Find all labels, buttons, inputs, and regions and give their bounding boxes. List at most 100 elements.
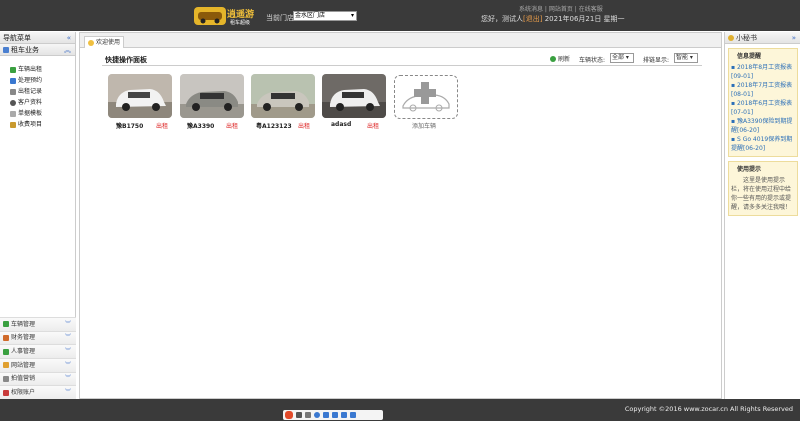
template-icon [10,110,16,117]
collapse-icon[interactable]: « [67,32,71,44]
nav-item-rent-records[interactable]: 出租记录 [0,86,75,97]
left-sidebar: 导航菜单 « 租车业务 ︽ 车辆出租 处理预约 出租记录 客户资料 单据模板 收… [0,32,76,399]
nav-item-car-rent[interactable]: 车辆出租 [0,64,75,75]
link-system-messages[interactable]: 系统消息 [519,6,543,13]
sedan-image [180,74,244,118]
top-header: 逍遥游 租车超级 当前门店: 金水区门店 ▾ 系统消息 | 网站首页 | 在线客… [0,0,800,31]
car-plate: 豫B1750 [116,123,144,130]
copyright: Copyright ©2016 www.zocar.cn All Rights … [624,405,793,413]
status-filter-label: 车辆状态: [579,57,606,64]
rent-link[interactable]: 出租 [226,121,238,130]
nav-section-marketing[interactable]: 拍值营销 ︾ [0,371,76,386]
nav-section-hr[interactable]: 人事管理 ︾ [0,344,76,358]
chevron-down-icon: ▾ [350,12,354,19]
people-icon [3,348,9,355]
current-date: 2021年06月21日 星期一 [544,15,625,23]
emoji-icon [314,412,320,418]
keyboard-icon [332,412,338,418]
website-icon [3,362,9,369]
nav-item-fees[interactable]: 收费项目 [0,119,75,130]
car-plate: 豫A3390 [187,123,215,130]
info-reminders-title: 信息提醒 [737,53,762,60]
footer: Copyright ©2016 www.zocar.cn All Rights … [0,399,800,421]
logo: 逍遥游 租车超级 [194,7,254,26]
info-reminders: 信息提醒 ▪ 2018年8月工资报表[09-01] ▪ 2018年7月工资报表[… [728,48,798,157]
top-links: 系统消息 | 网站首页 | 在线客服 [519,6,603,13]
nav-menu-header: 导航菜单 « [0,32,75,44]
expand-icon: ︾ [64,348,71,356]
tab-welcome[interactable]: 欢迎使用 [84,36,125,48]
car-card-image[interactable] [251,74,315,118]
nav-section-website[interactable]: 网站管理 ︾ [0,357,76,372]
expand-icon: ︾ [64,389,71,397]
status-filter-select[interactable]: 全部 ▾ [610,53,634,63]
document-icon [10,88,16,95]
right-sidebar: 小秘书 » 信息提醒 ▪ 2018年8月工资报表[09-01] ▪ 2018年7… [724,32,800,399]
order-label: 排链显示: [643,57,670,64]
fee-icon [10,121,16,128]
nav-item-templates[interactable]: 单据模板 [0,108,75,119]
add-car-label: 添加车辆 [412,123,437,130]
link-site-home[interactable]: 网站首页 [549,6,573,13]
collapse-icon[interactable]: » [792,32,796,44]
message-item[interactable]: ▪ S Go 4019保养到期提醒[06-20] [731,135,795,153]
store-label: 当前门店: [266,14,297,22]
assistant-header: 小秘书 » [725,32,800,44]
input-method-toolbar[interactable] [283,410,383,420]
expand-icon: ︾ [64,334,71,342]
usage-tips-text: 这里是使用提示栏，将在使用过程中给你一些有用的提示或提醒，请多多关注我哦！ [731,177,792,211]
car-icon [10,66,16,73]
car-icon [3,321,9,328]
rental-section-header[interactable]: 租车业务 ︽ [0,44,75,56]
car-plate: 粤A123123 [256,123,292,130]
flag-icon [3,46,9,53]
usage-tips-title: 使用提示 [737,166,762,173]
lock-icon [3,389,9,396]
sedan-image [251,74,315,118]
refresh-button[interactable]: 刷新 [550,54,570,63]
finance-icon [3,334,9,341]
suv-image [108,74,172,118]
mic-icon [323,412,329,418]
rent-link[interactable]: 出租 [156,121,168,130]
nav-bottom-sections: 车辆管理 ︾ 财务管理 ︾ 人事管理 ︾ 网站管理 ︾ 拍值营销 ︾ 权限账户 ︾ [0,316,76,399]
add-car-icon [402,82,450,112]
order-select[interactable]: 智能 ▾ [674,53,698,63]
car-card-image[interactable] [180,74,244,118]
marketing-icon [3,375,9,382]
store-select[interactable]: 金水区门店 ▾ [293,11,357,21]
car-plate: adasd [331,121,352,128]
rent-link[interactable]: 出租 [298,121,310,130]
nav-item-reservations[interactable]: 处理预约 [0,75,75,86]
car-card-image[interactable] [108,74,172,118]
nav-section-finance[interactable]: 财务管理 ︾ [0,330,76,345]
nav-item-customers[interactable]: 客户资料 [0,97,75,108]
logout-link[interactable]: [退出] [523,15,542,23]
punctuation-icon [305,412,311,418]
divider [102,65,702,66]
chevron-up-icon: ︽ [64,46,71,54]
chat-icon [10,77,16,84]
user-icon [10,99,16,106]
expand-icon: ︾ [64,320,71,328]
nav-section-vehicles[interactable]: 车辆管理 ︾ [0,316,76,331]
skin-icon [341,412,347,418]
sogou-icon [285,411,293,419]
svg-text:逍遥游: 逍遥游 [227,8,254,20]
link-online-service[interactable]: 在线客服 [579,6,603,13]
rent-link[interactable]: 出租 [367,121,379,130]
message-item[interactable]: ▪ 2018年8月工资报表[09-01] [731,63,795,81]
panel-title: 快捷操作面板 [105,56,147,64]
message-item[interactable]: ▪ 豫A3390保险到期提醒[06-20] [731,117,795,135]
message-item[interactable]: ▪ 2018年7月工资报表[08-01] [731,81,795,99]
svg-text:租车超级: 租车超级 [230,19,250,26]
nav-section-accounts[interactable]: 权限账户 ︾ [0,385,76,399]
main-content: 欢迎使用 快捷操作面板 刷新 车辆状态: 全部 ▾ 排链显示: 智能 ▾ 豫B1… [79,32,722,399]
user-greeting: 您好，测试人[退出] 2021年06月21日 星期一 [481,15,625,23]
expand-icon: ︾ [64,361,71,369]
car-card-image[interactable] [322,74,386,118]
suv-image [322,74,386,118]
expand-icon: ︾ [64,375,71,383]
message-item[interactable]: ▪ 2018年6月工资报表[07-01] [731,99,795,117]
add-car-button[interactable] [394,75,458,119]
